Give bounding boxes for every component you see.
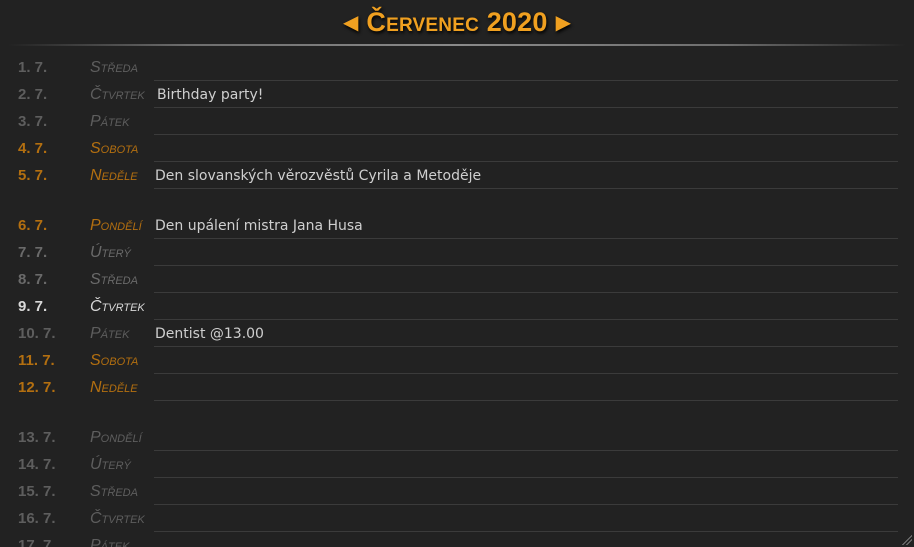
note-underline: [154, 188, 898, 189]
note-underline: [154, 531, 898, 532]
note-underline: [154, 346, 898, 347]
note-underline: [154, 107, 898, 108]
month-title: Červenec 2020: [366, 7, 548, 37]
day-row[interactable]: 7. 7. Úterý: [0, 240, 914, 267]
day-row-today[interactable]: 9. 7. Čtvrtek: [0, 294, 914, 321]
note-underline: [154, 292, 898, 293]
day-weekday: Středa: [90, 271, 138, 288]
prev-month-icon[interactable]: ◀: [343, 8, 358, 36]
note-underline: [154, 161, 898, 162]
day-date: 15. 7.: [18, 483, 56, 500]
day-date: 8. 7.: [18, 271, 48, 288]
day-row[interactable]: 5. 7. Neděle Den slovanských věrozvěstů …: [0, 163, 914, 190]
resize-grip-icon[interactable]: [900, 533, 912, 545]
day-date: 16. 7.: [18, 510, 56, 527]
day-weekday: Pátek: [90, 325, 130, 342]
day-weekday: Pondělí: [90, 217, 142, 234]
day-weekday: Čtvrtek: [90, 86, 145, 103]
note-underline: [154, 373, 898, 374]
day-date: 2. 7.: [18, 86, 48, 103]
header-divider: [8, 44, 906, 46]
day-date: 6. 7.: [18, 217, 48, 234]
day-row[interactable]: 10. 7. Pátek Dentist @13.00: [0, 321, 914, 348]
month-navigation: ◀ Červenec 2020 ▶: [343, 8, 571, 36]
note-underline: [154, 80, 898, 81]
note-underline: [154, 450, 898, 451]
day-date: 17. 7.: [18, 537, 56, 547]
day-list: 1. 7. Středa 2. 7. Čtvrtek Birthday part…: [0, 55, 914, 547]
day-weekday: Neděle: [90, 167, 138, 184]
day-date: 5. 7.: [18, 167, 48, 184]
note-underline: [154, 400, 898, 401]
day-row[interactable]: 8. 7. Středa: [0, 267, 914, 294]
day-weekday: Čtvrtek: [90, 298, 145, 315]
day-row[interactable]: 16. 7. Čtvrtek: [0, 506, 914, 533]
day-row[interactable]: 4. 7. Sobota: [0, 136, 914, 163]
day-date: 7. 7.: [18, 244, 48, 261]
day-date: 4. 7.: [18, 140, 48, 157]
day-row[interactable]: 12. 7. Neděle: [0, 375, 914, 402]
day-weekday: Sobota: [90, 352, 139, 369]
day-weekday: Středa: [90, 483, 138, 500]
day-row[interactable]: 1. 7. Středa: [0, 55, 914, 82]
day-date: 9. 7.: [18, 298, 48, 315]
day-note[interactable]: Birthday party!: [157, 86, 263, 104]
day-row[interactable]: 15. 7. Středa: [0, 479, 914, 506]
day-date: 1. 7.: [18, 59, 48, 76]
day-row[interactable]: 13. 7. Pondělí: [0, 425, 914, 452]
day-note[interactable]: Den slovanských věrozvěstů Cyrila a Meto…: [155, 167, 481, 185]
day-row[interactable]: 14. 7. Úterý: [0, 452, 914, 479]
day-date: 14. 7.: [18, 456, 56, 473]
day-row[interactable]: 2. 7. Čtvrtek Birthday party!: [0, 82, 914, 109]
day-weekday: Úterý: [90, 456, 131, 473]
note-underline: [154, 319, 898, 320]
day-date: 13. 7.: [18, 429, 56, 446]
calendar-header: ◀ Červenec 2020 ▶: [0, 0, 914, 46]
day-weekday: Čtvrtek: [90, 510, 145, 527]
day-row[interactable]: 6. 7. Pondělí Den upálení mistra Jana Hu…: [0, 213, 914, 240]
day-note[interactable]: Dentist @13.00: [155, 325, 264, 343]
next-month-icon[interactable]: ▶: [556, 8, 571, 36]
note-underline: [154, 265, 898, 266]
note-underline: [154, 504, 898, 505]
day-row[interactable]: 3. 7. Pátek: [0, 109, 914, 136]
day-weekday: Středa: [90, 59, 138, 76]
note-underline: [154, 477, 898, 478]
day-row[interactable]: 11. 7. Sobota: [0, 348, 914, 375]
day-date: 3. 7.: [18, 113, 48, 130]
day-note[interactable]: Den upálení mistra Jana Husa: [155, 217, 363, 235]
day-date: 12. 7.: [18, 379, 56, 396]
day-weekday: Neděle: [90, 379, 138, 396]
note-underline: [154, 134, 898, 135]
day-row[interactable]: 17. 7. Pátek: [0, 533, 914, 547]
day-weekday: Sobota: [90, 140, 139, 157]
day-date: 10. 7.: [18, 325, 56, 342]
day-weekday: Pátek: [90, 113, 130, 130]
note-underline: [154, 238, 898, 239]
day-weekday: Úterý: [90, 244, 131, 261]
day-date: 11. 7.: [18, 352, 55, 369]
day-weekday: Pátek: [90, 537, 130, 547]
day-weekday: Pondělí: [90, 429, 142, 446]
